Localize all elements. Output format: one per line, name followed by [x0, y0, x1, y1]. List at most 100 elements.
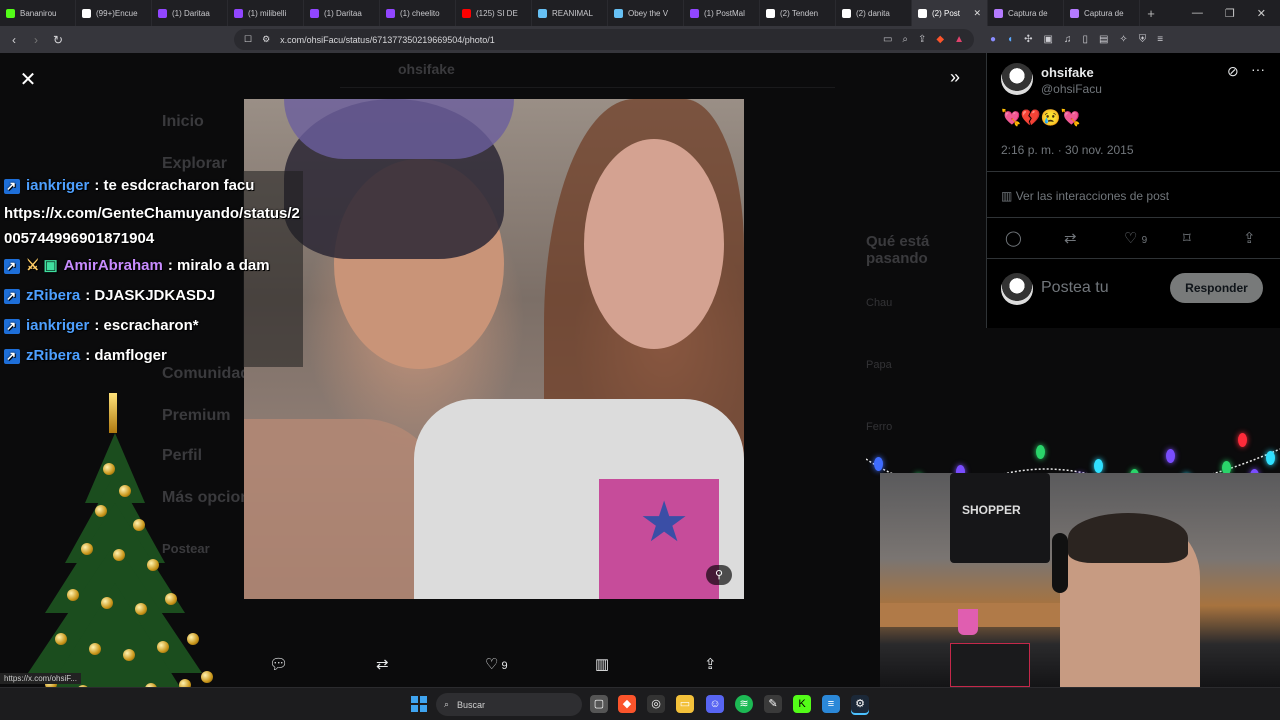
extension-icon[interactable]: ● [990, 34, 996, 45]
reply-input[interactable]: Postea tu [1041, 279, 1109, 297]
background-trends-title: Qué está pasando [866, 233, 930, 267]
like-button[interactable]: ♡ 9 [1124, 229, 1147, 247]
star-icon: ★ [639, 490, 690, 553]
tweet-timestamp[interactable]: 2:16 p. m. · 30 nov. 2015 [1001, 143, 1134, 157]
ornament-icon [113, 549, 125, 561]
close-tab-icon[interactable]: ✕ [973, 8, 981, 19]
tab-favicon-icon [6, 8, 15, 18]
image-info-button[interactable]: ⚲ [706, 565, 732, 585]
views-icon[interactable]: ▥ [595, 655, 609, 673]
forward-button[interactable]: › [30, 33, 42, 47]
start-button[interactable] [411, 696, 427, 712]
sidebar-icon[interactable]: ▯ [1082, 34, 1088, 45]
zoom-icon[interactable]: ⌕ [902, 34, 908, 45]
stream-chat: iankriger : te esdcracharon facu https:/… [4, 171, 304, 371]
grok-icon[interactable]: ⊘ [1227, 63, 1239, 80]
extension-icon[interactable]: ◖ [1007, 34, 1013, 45]
ornament-icon [101, 597, 113, 609]
site-info-icon[interactable]: ⚙ [262, 34, 270, 45]
view-interactions-link[interactable]: ▥ Ver las interacciones de post [1001, 189, 1169, 203]
vpn-icon[interactable]: ⛨ [1139, 34, 1147, 45]
menu-icon[interactable]: ≡ [1157, 34, 1163, 45]
collapse-panel-button[interactable]: » [950, 67, 960, 88]
tweet-author-name[interactable]: ohsifake [1041, 65, 1094, 80]
tweet-actions: ◯ ⇄ ♡ 9 ⌑ ⇪ [987, 229, 1280, 251]
close-window-button[interactable]: ✕ [1257, 7, 1266, 20]
new-tab-button[interactable]: + [1140, 6, 1162, 21]
browser-tab[interactable]: (2) Tenden [760, 0, 836, 26]
music-icon[interactable]: ♫ [1064, 34, 1072, 45]
discord-icon[interactable]: ☺ [706, 695, 724, 713]
more-options-icon[interactable]: ··· [1251, 61, 1265, 77]
browser-tab[interactable]: (99+)Encue [76, 0, 152, 26]
browser-tab[interactable]: Bananirou [0, 0, 76, 26]
browser-tab[interactable]: Obey the V [608, 0, 684, 26]
bookmark-icon[interactable]: ⌑ [1183, 229, 1191, 247]
close-viewer-button[interactable]: ✕ [18, 67, 38, 92]
leo-icon[interactable]: ✧ [1119, 34, 1127, 45]
ornament-icon [179, 679, 191, 687]
screenshot-icon[interactable]: ▣ [1043, 34, 1052, 45]
browser-tab[interactable]: (2) danita [836, 0, 912, 26]
browser-tab[interactable]: (1) PostMal [684, 0, 760, 26]
browser-tab[interactable]: (1) cheelito [380, 0, 456, 26]
chrome-icon[interactable]: ◎ [647, 695, 665, 713]
browser-tab[interactable]: (1) milibelli [228, 0, 304, 26]
avatar[interactable] [1001, 63, 1033, 95]
tab-favicon-icon [462, 8, 471, 18]
cast-icon[interactable]: ▭ [883, 34, 892, 45]
browser-tab[interactable]: (125) SI DE [456, 0, 532, 26]
maximize-button[interactable]: ❐ [1225, 7, 1235, 20]
tab-label: Bananirou [20, 8, 57, 18]
bookmark-icon[interactable]: ☐ [244, 34, 252, 45]
tab-label: (1) Daritaa [324, 8, 362, 18]
repost-icon[interactable]: ⇄ [1064, 229, 1077, 247]
reply-icon[interactable]: 💬︎ [269, 655, 288, 673]
browser-tab[interactable]: (1) Daritaa [304, 0, 380, 26]
taskbar-search[interactable]: ⌕ Buscar [436, 693, 582, 716]
tweet-author-handle[interactable]: @ohsiFacu [1041, 82, 1102, 96]
ornament-icon [119, 485, 131, 497]
streamer-webcam: SHOPPER [880, 473, 1280, 687]
share-icon[interactable]: ⇪ [704, 655, 717, 673]
wallet-icon[interactable]: ▤ [1099, 34, 1108, 45]
steam-icon[interactable]: ⚙ [851, 695, 869, 713]
browser-tab[interactable]: (2) Post ✕ [912, 0, 988, 26]
url-field[interactable]: ☐ ⚙ x.com/ohsiFacu/status/67137735021966… [234, 29, 974, 50]
kick-badge-icon [4, 341, 20, 371]
browser-tab[interactable]: REANIMAL [532, 0, 608, 26]
back-button[interactable]: ‹ [8, 33, 20, 47]
share-icon[interactable]: ⇪ [1243, 229, 1256, 247]
photo-region [584, 139, 724, 349]
chat-username: iankriger [26, 317, 90, 334]
reply-icon[interactable]: ◯ [1005, 229, 1022, 247]
puzzle-icon[interactable]: ✣ [1024, 34, 1032, 45]
brave-shields-icon[interactable]: ◆ [936, 34, 944, 45]
tab-label: (1) cheelito [400, 8, 440, 18]
reply-button[interactable]: Responder [1170, 273, 1263, 303]
browser-tab[interactable]: Captura de [988, 0, 1064, 26]
tab-favicon-icon [82, 8, 91, 18]
spotify-icon[interactable]: ≋ [735, 695, 753, 713]
notepad-icon[interactable]: ≡ [822, 695, 840, 713]
task-view-icon[interactable]: ▢ [590, 695, 608, 713]
brave-icon[interactable]: ◆ [618, 695, 636, 713]
browser-tab[interactable]: Captura de [1064, 0, 1140, 26]
repost-icon[interactable]: ⇄ [376, 655, 389, 673]
kick-badge-icon [4, 251, 20, 281]
ornament-icon [187, 633, 199, 645]
reload-button[interactable]: ↻ [52, 33, 64, 47]
wall-poster: SHOPPER [950, 473, 1050, 563]
kick-icon[interactable]: K [793, 695, 811, 713]
link-status-bar: https://x.com/ohsiF... [0, 673, 81, 684]
brave-rewards-icon[interactable]: ▲ [954, 34, 964, 45]
folder-icon[interactable]: ▭ [676, 695, 694, 713]
app-icon[interactable]: ✎ [764, 695, 782, 713]
background-trend: Chau [866, 297, 893, 309]
browser-tab[interactable]: (1) Daritaa [152, 0, 228, 26]
tweet-photo[interactable]: ★ ⚲ [244, 99, 744, 599]
share-page-icon[interactable]: ⇪ [918, 34, 926, 45]
tab-favicon-icon [918, 8, 927, 18]
like-button[interactable]: ♡ 9 [485, 655, 508, 673]
minimize-button[interactable]: — [1192, 7, 1203, 20]
